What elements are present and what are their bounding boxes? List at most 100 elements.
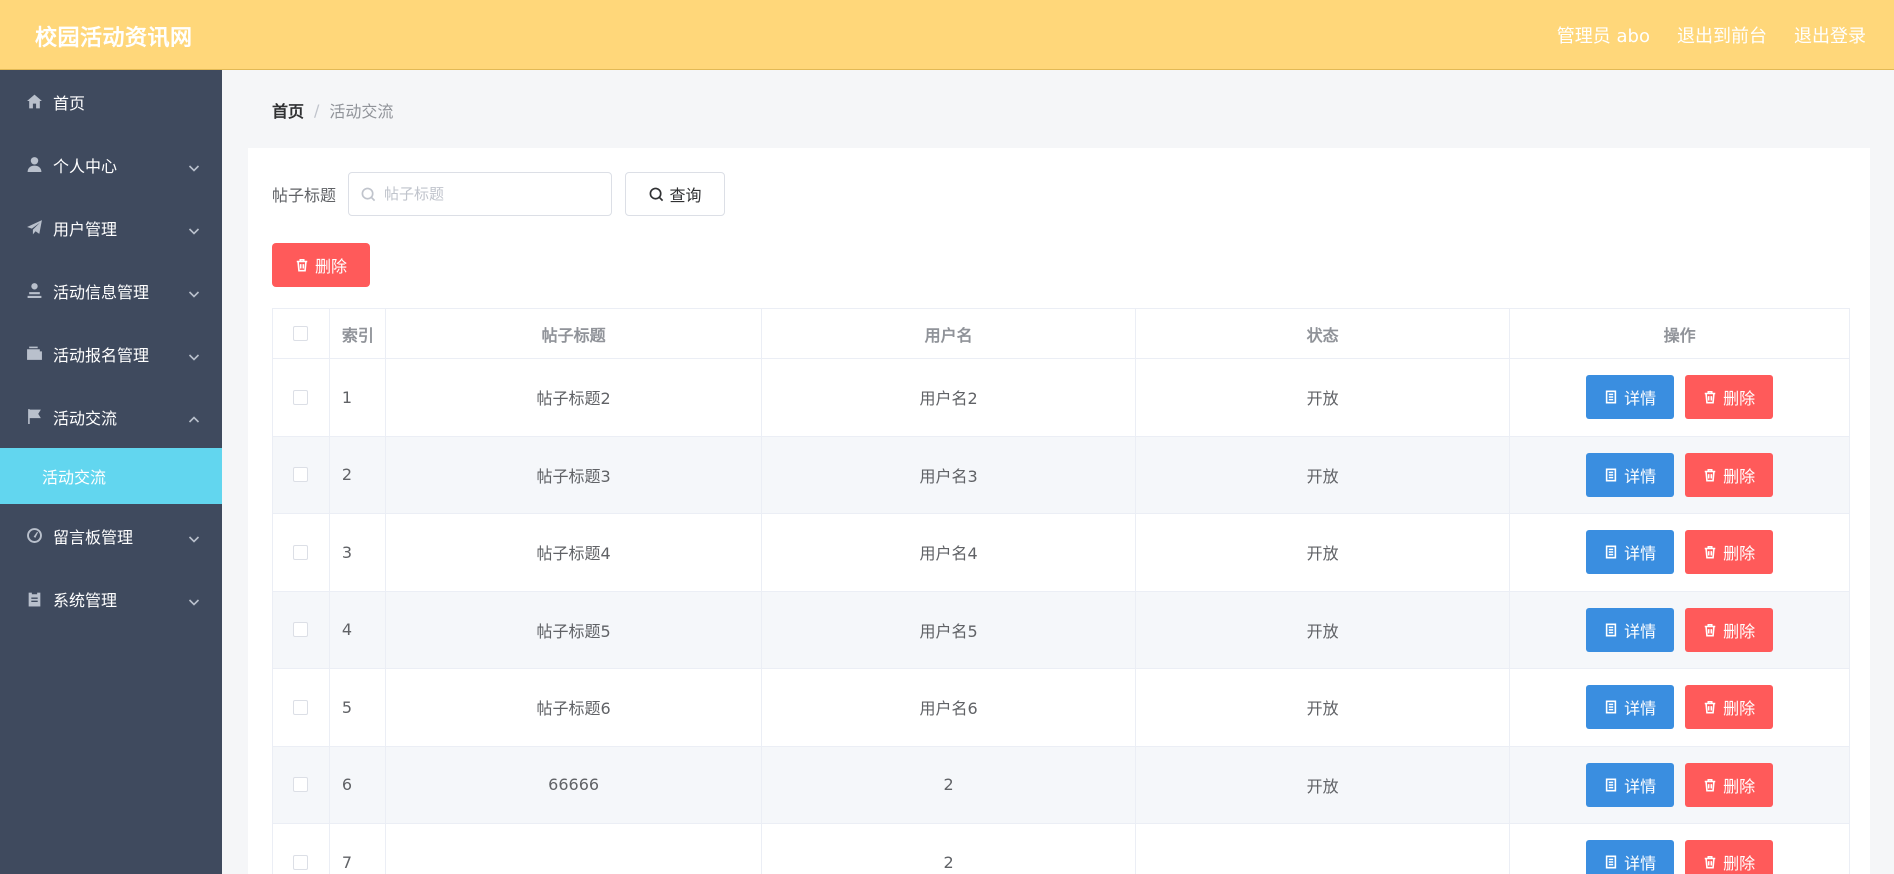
select-all-checkbox[interactable] xyxy=(293,326,309,341)
cell-index: 4 xyxy=(330,591,386,668)
search-input[interactable] xyxy=(384,185,585,203)
cell-username: 用户名5 xyxy=(762,591,1136,668)
delete-button-label: 删除 xyxy=(1723,466,1756,486)
delete-button[interactable]: 删除 xyxy=(1685,840,1774,874)
sidebar-item-activity-signup[interactable]: 活动报名管理 xyxy=(0,322,222,385)
sidebar-item-label: 系统管理 xyxy=(53,590,118,610)
flag-icon xyxy=(25,408,43,426)
row-actions: 详情 删除 xyxy=(1586,530,1774,575)
sidebar-item-system-management[interactable]: 系统管理 xyxy=(0,567,222,630)
delete-button[interactable]: 删除 xyxy=(1685,530,1774,575)
delete-button[interactable]: 删除 xyxy=(1685,452,1774,497)
table-row: 2 帖子标题3 用户名3 开放 详情 删除 xyxy=(273,436,1849,514)
row-checkbox[interactable] xyxy=(293,467,309,483)
row-checkbox[interactable] xyxy=(293,699,309,715)
row-checkbox[interactable] xyxy=(293,389,309,405)
trash-icon xyxy=(1704,623,1716,637)
admin-user-link[interactable]: 管理员 abo xyxy=(1557,22,1650,48)
detail-button[interactable]: 详情 xyxy=(1586,530,1675,575)
cell-username: 用户名3 xyxy=(762,436,1136,513)
search-input-wrapper[interactable] xyxy=(348,172,613,216)
detail-button[interactable]: 详情 xyxy=(1586,840,1675,874)
cell-index: 1 xyxy=(330,359,386,436)
table-header: 索引 帖子标题 用户名 状态 操作 xyxy=(273,309,1849,359)
cell-title: 帖子标题5 xyxy=(386,591,763,668)
table-row: 1 帖子标题2 用户名2 开放 详情 删除 xyxy=(273,359,1849,437)
row-actions: 详情 删除 xyxy=(1586,375,1774,420)
table-row: 3 帖子标题4 用户名4 开放 详情 删除 xyxy=(273,514,1849,592)
trash-icon xyxy=(1704,778,1716,792)
cell-username: 用户名4 xyxy=(762,514,1136,591)
delete-button-label: 删除 xyxy=(1723,776,1756,796)
column-header-status: 状态 xyxy=(1136,309,1511,358)
sidebar-item-label: 首页 xyxy=(53,93,86,113)
sidebar-item-personal-center[interactable]: 个人中心 xyxy=(0,133,222,196)
sidebar-subitem-activity-exchange[interactable]: 活动交流 xyxy=(0,448,222,504)
row-actions: 详情 删除 xyxy=(1586,685,1774,730)
document-icon xyxy=(1606,468,1617,482)
sidebar-item-label: 活动交流 xyxy=(53,408,118,428)
detail-button-label: 详情 xyxy=(1624,621,1657,641)
row-checkbox[interactable] xyxy=(293,777,309,793)
delete-button[interactable]: 删除 xyxy=(1685,762,1774,807)
logout-link[interactable]: 退出登录 xyxy=(1794,22,1866,48)
trash-icon xyxy=(1704,546,1716,559)
row-checkbox[interactable] xyxy=(293,544,309,560)
cell-status: 开放 xyxy=(1136,591,1511,668)
breadcrumb-home[interactable]: 首页 xyxy=(272,98,304,122)
brand-title: 校园活动资讯网 xyxy=(35,26,193,51)
detail-button[interactable]: 详情 xyxy=(1586,762,1675,807)
delete-button-label: 删除 xyxy=(1723,854,1756,874)
sidebar-item-activity-info[interactable]: 活动信息管理 xyxy=(0,259,222,322)
chevron-down-icon xyxy=(188,285,200,298)
home-icon xyxy=(25,93,43,111)
detail-button-label: 详情 xyxy=(1624,699,1657,719)
search-icon xyxy=(649,187,663,201)
sidebar-item-message-board[interactable]: 留言板管理 xyxy=(0,504,222,567)
delete-button[interactable]: 删除 xyxy=(1685,375,1774,420)
cell-status: 开放 xyxy=(1136,746,1511,823)
detail-button[interactable]: 详情 xyxy=(1586,685,1675,730)
sidebar-item-label: 活动信息管理 xyxy=(53,282,150,302)
detail-button[interactable]: 详情 xyxy=(1586,452,1675,497)
gauge-icon xyxy=(25,527,43,545)
chevron-up-icon xyxy=(188,411,200,423)
trash-icon xyxy=(1704,468,1716,482)
cell-username: 2 xyxy=(762,746,1136,823)
query-button[interactable]: 查询 xyxy=(625,172,726,216)
table-row: 6 66666 2 开放 详情 删除 xyxy=(273,746,1849,824)
document-icon xyxy=(1606,855,1617,869)
cell-title: 帖子标题2 xyxy=(386,359,763,436)
query-button-label: 查询 xyxy=(669,186,702,205)
user-icon xyxy=(25,156,43,174)
delete-button-label: 删除 xyxy=(1723,389,1756,409)
cell-title: 帖子标题6 xyxy=(386,669,763,746)
detail-button-label: 详情 xyxy=(1624,776,1657,796)
delete-button-label: 删除 xyxy=(1723,621,1756,641)
row-actions: 详情 删除 xyxy=(1586,840,1774,874)
cell-status: 开放 xyxy=(1136,669,1511,746)
row-actions: 详情 删除 xyxy=(1586,452,1774,497)
detail-button[interactable]: 详情 xyxy=(1586,607,1675,652)
delete-button[interactable]: 删除 xyxy=(1685,607,1774,652)
sidebar-item-activity-exchange[interactable]: 活动交流 xyxy=(0,385,222,448)
breadcrumb: 首页 / 活动交流 xyxy=(272,98,393,122)
batch-delete-button[interactable]: 删除 xyxy=(272,243,370,287)
chevron-down-icon xyxy=(188,222,200,235)
sidebar-item-home[interactable]: 首页 xyxy=(0,70,222,133)
chevron-down-icon xyxy=(188,530,200,543)
cell-index: 2 xyxy=(330,436,386,513)
column-header-title: 帖子标题 xyxy=(386,309,763,358)
delete-button[interactable]: 删除 xyxy=(1685,685,1774,730)
detail-button[interactable]: 详情 xyxy=(1586,375,1675,420)
top-header: 校园活动资讯网 管理员 abo 退出到前台 退出登录 xyxy=(0,0,1894,70)
table-row: 5 帖子标题6 用户名6 开放 详情 删除 xyxy=(273,669,1849,747)
cell-index: 6 xyxy=(330,746,386,823)
document-icon xyxy=(1606,545,1617,559)
trash-icon xyxy=(1704,391,1716,404)
row-checkbox[interactable] xyxy=(293,622,309,638)
row-checkbox[interactable] xyxy=(293,854,309,870)
sidebar-item-user-management[interactable]: 用户管理 xyxy=(0,196,222,259)
cell-status xyxy=(1136,824,1511,874)
exit-to-frontend-link[interactable]: 退出到前台 xyxy=(1677,22,1767,48)
